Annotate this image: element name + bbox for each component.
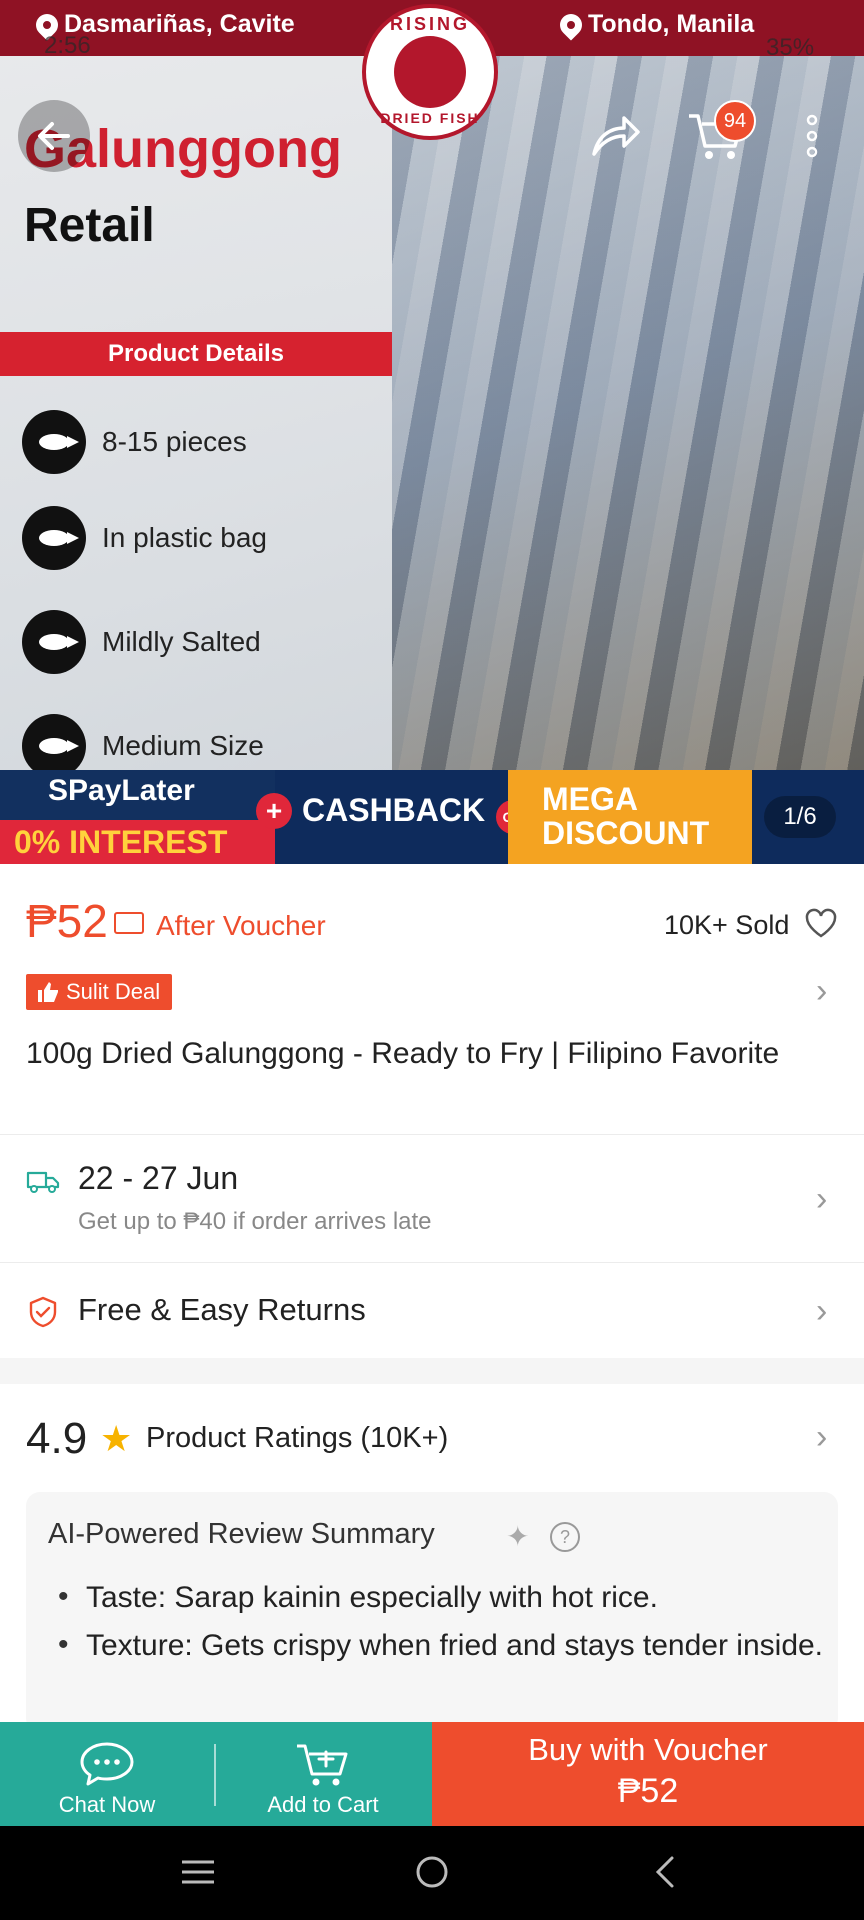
heart-icon	[805, 908, 837, 938]
thumbs-up-icon	[38, 982, 58, 1002]
sulit-deal-badge[interactable]: Sulit Deal	[26, 974, 173, 1010]
divider	[0, 1262, 864, 1263]
cart-count-badge: 94	[714, 100, 756, 142]
returns-label: Free & Easy Returns	[78, 1292, 366, 1327]
product-title: 100g Dried Galunggong - Ready to Fry | F…	[26, 1037, 780, 1070]
more-vertical-icon	[806, 114, 818, 158]
feature-item: Medium Size	[22, 714, 264, 778]
chat-bubble-icon	[80, 1742, 134, 1786]
favorite-button[interactable]	[804, 908, 838, 946]
fish-icon	[22, 506, 86, 570]
image-page-indicator: 1/6	[764, 796, 836, 838]
returns-chevron-right-icon: ›	[816, 1292, 828, 1330]
back-button[interactable]	[18, 100, 90, 172]
ratings-label: Product Ratings (10K+)	[146, 1422, 449, 1454]
feature-item: 8-15 pieces	[22, 410, 247, 474]
sold-count: 10K+ Sold	[664, 910, 790, 940]
buy-with-voucher-button[interactable]: Buy with Voucher ₱52	[432, 1722, 864, 1826]
product-details-heading: Product Details	[0, 332, 392, 376]
back-nav-icon[interactable]	[652, 1854, 678, 1890]
product-image-carousel[interactable]: Dasmariñas, Cavite Tondo, Manila 2:56 35…	[0, 0, 864, 864]
cart-add-icon	[297, 1744, 348, 1786]
shipping-chevron-right-icon: ›	[816, 1180, 828, 1218]
product-price: ₱52	[26, 895, 108, 947]
feature-item: In plastic bag	[22, 506, 267, 570]
bottom-bar-divider	[214, 1744, 216, 1806]
spaylater-promo: SPayLater 0% INTEREST	[0, 770, 275, 864]
mega-discount-promo: MEGA DISCOUNT	[508, 770, 752, 864]
truck-icon	[26, 1171, 60, 1193]
deal-chevron-right-icon[interactable]: ›	[816, 972, 827, 1011]
shipping-row[interactable]	[0, 1136, 864, 1262]
arrow-left-icon	[38, 122, 70, 150]
status-battery: 35%	[766, 34, 815, 61]
status-time: 2:56	[44, 32, 91, 59]
system-navigation-bar	[0, 1826, 864, 1920]
bullet-icon: •	[58, 1580, 69, 1613]
share-button[interactable]	[580, 100, 652, 172]
sparkle-icon: ✦	[506, 1521, 530, 1552]
section-separator	[0, 1358, 864, 1384]
bullet-icon: •	[58, 1628, 69, 1661]
brand-logo: RISING DRIED FISH	[362, 4, 498, 140]
share-icon	[592, 116, 640, 156]
fish-icon	[22, 714, 86, 778]
ai-summary-title: AI-Powered Review Summary	[48, 1518, 435, 1550]
shield-check-icon	[29, 1296, 57, 1328]
chat-now-button[interactable]: Chat Now	[0, 1722, 214, 1826]
summary-point: Texture: Gets crispy when fried and stay…	[86, 1629, 824, 1662]
divider	[0, 1134, 864, 1135]
fish-logo-icon	[394, 36, 466, 108]
star-icon: ★	[100, 1418, 133, 1459]
late-delivery-note: Get up to ₱40 if order arrives late	[78, 1208, 432, 1235]
fish-icon	[22, 610, 86, 674]
ratings-chevron-right-icon: ›	[816, 1418, 828, 1456]
menu-icon[interactable]	[180, 1858, 216, 1886]
banner-location-right: Tondo, Manila	[555, 8, 754, 41]
voucher-icon	[114, 912, 144, 934]
cashback-promo: + CASHBACK	[256, 792, 485, 829]
more-options-button[interactable]	[776, 100, 848, 172]
summary-point: Taste: Sarap kainin especially with hot …	[86, 1581, 658, 1614]
after-voucher-label: After Voucher	[156, 910, 326, 941]
feature-item: Mildly Salted	[22, 610, 261, 674]
delivery-dates: 22 - 27 Jun	[78, 1160, 239, 1196]
add-to-cart-button[interactable]: Add to Cart	[214, 1722, 432, 1826]
rating-score: 4.9	[26, 1414, 88, 1463]
promo-banner: SPayLater 0% INTEREST + CASHBACK OR MEGA…	[0, 770, 864, 864]
fish-icon	[22, 410, 86, 474]
help-icon[interactable]: ?	[550, 1522, 580, 1552]
banner-subtitle: Retail	[24, 199, 155, 252]
location-pin-icon	[555, 8, 587, 41]
plus-icon: +	[256, 792, 292, 829]
home-icon[interactable]	[414, 1854, 450, 1890]
